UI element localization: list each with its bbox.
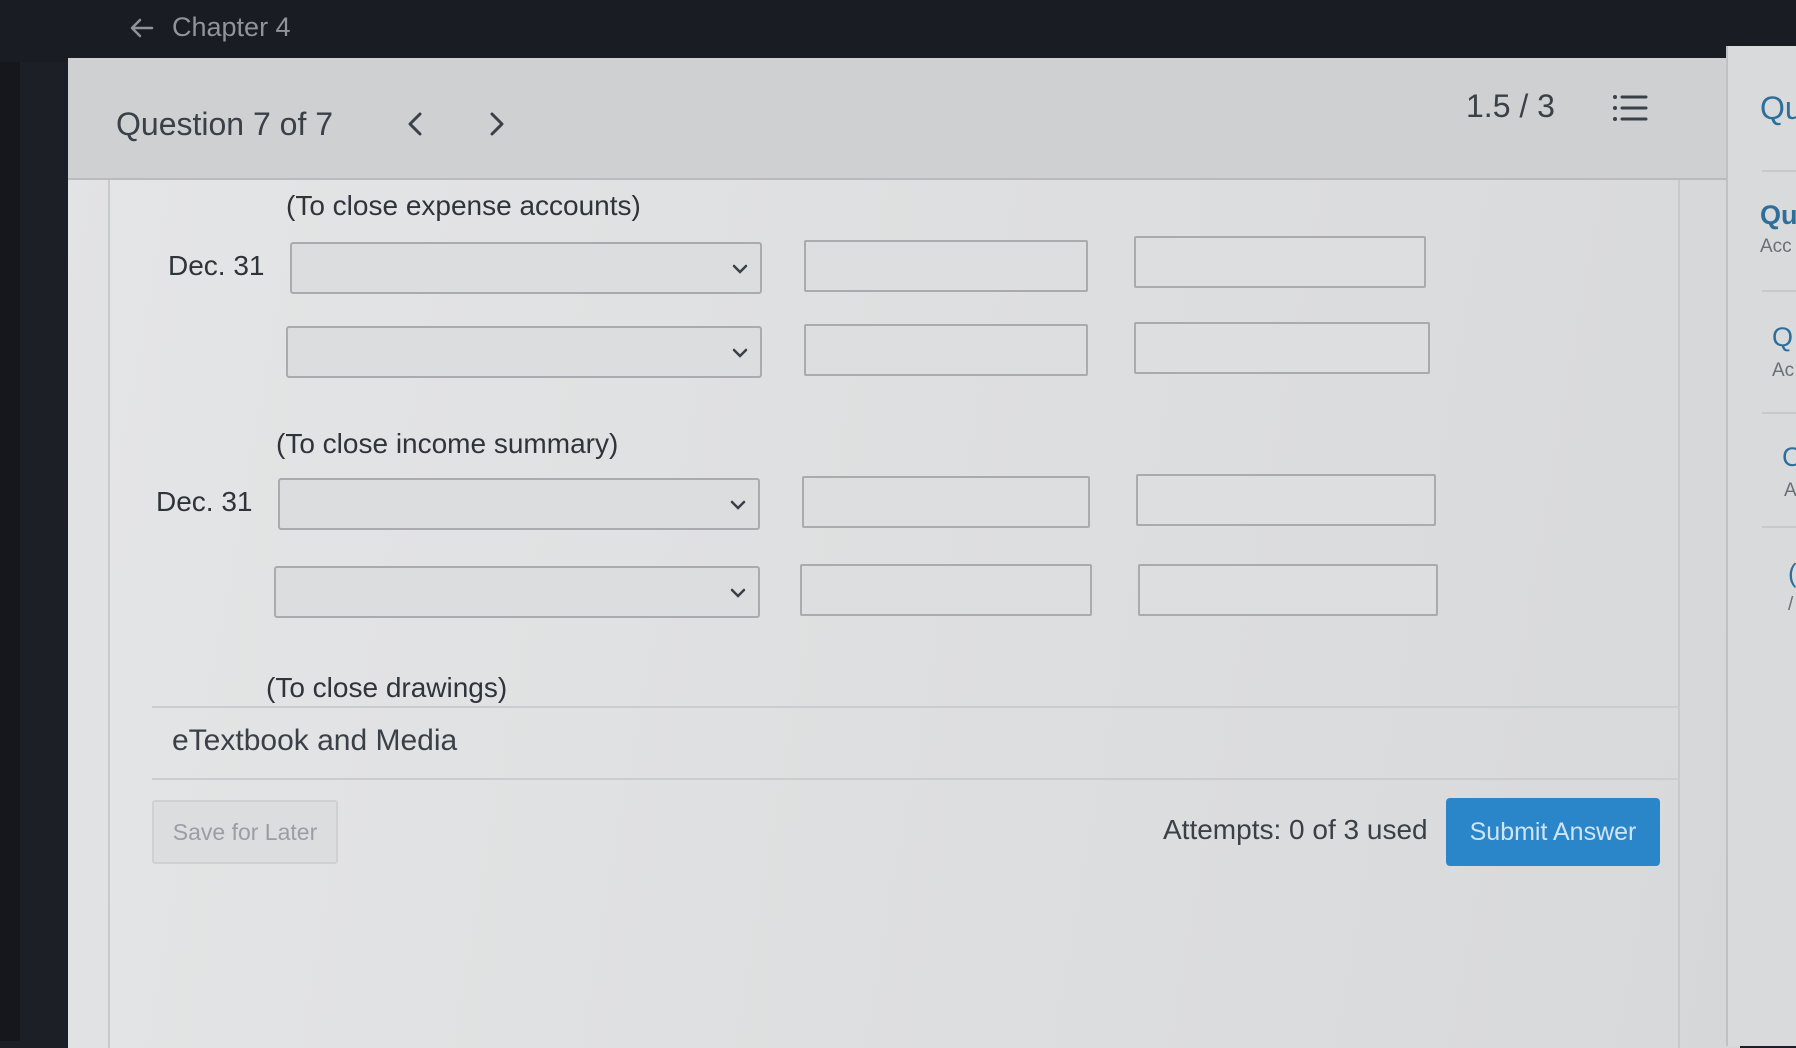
arrow-left-icon <box>130 18 154 37</box>
back-to-chapter-link[interactable]: Chapter 4 <box>128 12 291 43</box>
submit-answer-button[interactable]: Submit Answer <box>1446 798 1660 866</box>
chevron-down-icon <box>730 500 746 510</box>
panel-item-1-title[interactable]: Qu <box>1760 200 1796 231</box>
question-list-panel: Qu Qu Acc Q Ac C A ( / <box>1726 46 1796 1046</box>
panel-item-2-sub: Ac <box>1772 360 1795 381</box>
panel-divider <box>1762 412 1796 414</box>
account-select-3[interactable] <box>278 478 760 530</box>
panel-item-title[interactable]: Qu <box>1760 90 1796 127</box>
question-title: Question 7 of 7 <box>116 106 334 142</box>
question-content: (To close expense accounts) Dec. 31 (To … <box>108 180 1680 1048</box>
chevron-down-icon <box>732 264 748 274</box>
debit-field-3[interactable] <box>802 476 1090 528</box>
entry-date-2: Dec. 31 <box>156 486 253 517</box>
attempts-counter: Attempts: 0 of 3 used <box>1163 814 1428 845</box>
chevron-down-icon <box>732 348 748 358</box>
back-label: Chapter 4 <box>172 12 291 42</box>
list-icon[interactable] <box>1610 90 1650 126</box>
chevron-right-icon[interactable] <box>480 108 512 140</box>
credit-field-1[interactable] <box>1134 236 1426 288</box>
credit-field-2[interactable] <box>1134 322 1430 374</box>
entry-date-1: Dec. 31 <box>168 250 265 281</box>
credit-field-3[interactable] <box>1136 474 1436 526</box>
chevron-left-icon[interactable] <box>400 108 432 140</box>
etextbook-label: eTextbook and Media <box>172 724 458 757</box>
debit-field-4[interactable] <box>800 564 1092 616</box>
account-select-2[interactable] <box>286 326 762 378</box>
credit-field-4[interactable] <box>1138 564 1438 616</box>
save-for-later-button[interactable]: Save for Later <box>152 800 338 864</box>
question-page: Question 7 of 7 1.5 / 3 (To close expens… <box>68 58 1740 1048</box>
etextbook-section[interactable]: eTextbook and Media <box>152 706 1680 780</box>
panel-divider <box>1762 290 1796 292</box>
account-select-1[interactable] <box>290 242 762 294</box>
top-bar: Chapter 4 <box>0 0 1796 62</box>
panel-divider <box>1762 170 1796 172</box>
panel-item-3-sub: A <box>1784 480 1796 501</box>
panel-item-2-title[interactable]: Q <box>1772 322 1796 353</box>
panel-item-1-sub: Acc <box>1760 236 1792 257</box>
panel-item-3-title[interactable]: C <box>1782 442 1796 473</box>
question-header: Question 7 of 7 1.5 / 3 <box>68 58 1740 180</box>
note-close-income-summary: (To close income summary) <box>276 428 619 459</box>
screen-bezel <box>0 0 20 1041</box>
note-close-drawings: (To close drawings) <box>266 672 508 703</box>
note-close-expense: (To close expense accounts) <box>286 190 641 221</box>
panel-item-4-title[interactable]: ( <box>1788 558 1796 589</box>
panel-item-4-sub: / <box>1788 594 1794 615</box>
debit-field-1[interactable] <box>804 240 1088 292</box>
chevron-down-icon <box>730 588 746 598</box>
score: 1.5 / 3 <box>1466 88 1555 124</box>
debit-field-2[interactable] <box>804 324 1088 376</box>
account-select-4[interactable] <box>274 566 760 618</box>
panel-divider <box>1762 526 1796 528</box>
